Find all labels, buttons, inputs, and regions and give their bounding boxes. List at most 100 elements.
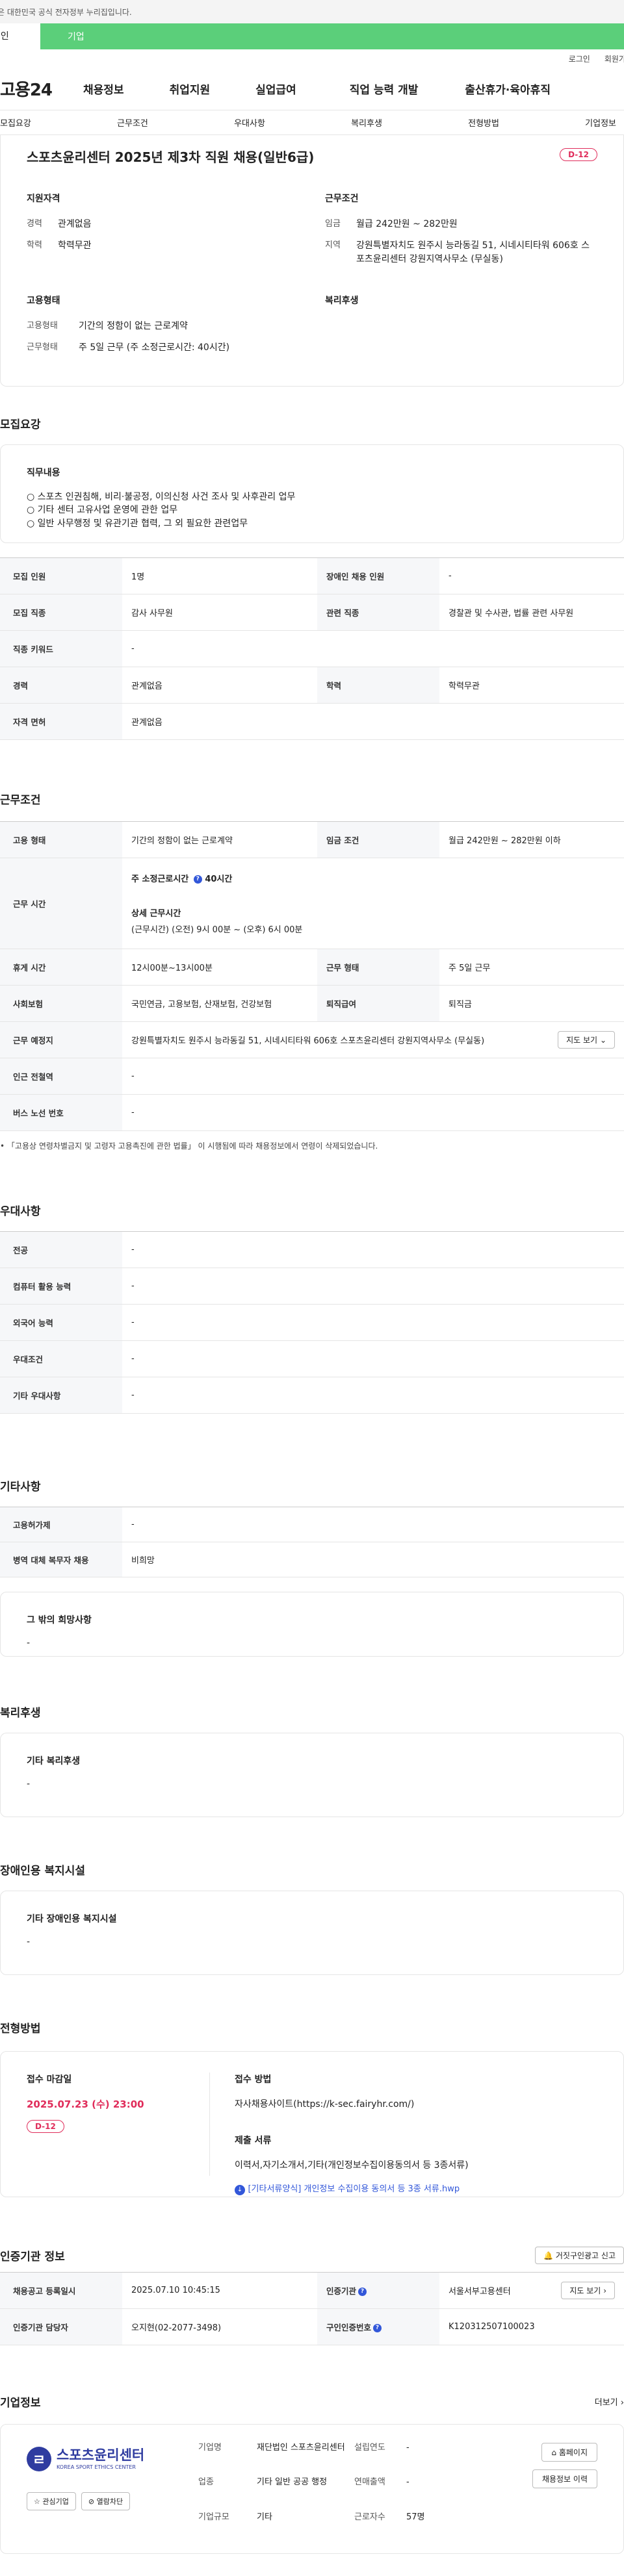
join-link[interactable]: 회원가입: [604, 53, 624, 64]
value: -: [406, 2443, 410, 2453]
value: 월급 242만원 ~ 282만원: [356, 219, 458, 229]
label: 학력: [27, 240, 42, 250]
section-title-disability-facilities: 장애인용 복지시설: [0, 1865, 86, 1878]
table-header-cell: 채용공고 등록일시: [0, 2272, 122, 2309]
attachment-filename[interactable]: [기타서류양식] 개인정보 수집이용 동의서 등 3종 서류.hwp: [248, 2184, 460, 2194]
section-title-misc: 기타사항: [0, 1481, 41, 1494]
table-header-cell: 근무 형태: [317, 949, 439, 986]
detail-hours-value: (근무시간) (오전) 9시 00분 ~ (오후) 6시 00분: [131, 925, 303, 935]
login-link[interactable]: 로그인: [569, 53, 590, 64]
gnb-item-jobs[interactable]: 채용정보: [83, 81, 124, 97]
map-view-button[interactable]: 지도 보기 ⌄: [558, 1031, 615, 1049]
value: 기간의 정함이 없는 근로계약: [79, 321, 188, 331]
table-header-cell: 모집 직종: [0, 594, 122, 631]
table-row: 인증기관 담당자 오지현(02-2077-3498) 구인인증번호? K1203…: [0, 2308, 624, 2345]
table-row: 근무 시간 주 소정근로시간 ? 40시간 상세 근무시간 (근무시간) (오전…: [0, 858, 624, 949]
preference-table: 전공 - 컴퓨터 활용 능력 - 외국어 능력 - 우대조건 - 기타 우대사항 -: [0, 1231, 624, 1414]
favorite-company-button[interactable]: ☆ 관심기업: [27, 2492, 76, 2510]
gnb-item-parental-leave[interactable]: 출산휴가·육아휴직: [465, 81, 551, 97]
attachment-link[interactable]: ↓ [기타서류양식] 개인정보 수집이용 동의서 등 3종 서류.hwp: [235, 2182, 469, 2195]
download-icon: ↓: [235, 2185, 245, 2195]
table-header-cell: 인근 전철역: [0, 1058, 122, 1095]
anchor-recruit[interactable]: 모집요강: [0, 116, 31, 129]
table-cell: -: [122, 1507, 624, 1542]
misc-wish-heading: 그 밖의 희망사항: [27, 1615, 92, 1626]
table-header-cell: 고용 형태: [0, 821, 122, 858]
homepage-button[interactable]: ⌂ 홈페이지: [541, 2443, 597, 2462]
method-panel: 접수 방법 자사채용사이트(https://k-sec.fairyhr.com/…: [210, 2072, 469, 2195]
table-row: 경력 관계없음 학력 학력무관: [0, 667, 624, 704]
help-icon[interactable]: ?: [373, 2324, 382, 2332]
job-title: 스포츠윤리센터 2025년 제3차 직원 채용(일반6급): [27, 149, 315, 165]
table-row: 근무 예정지 강원특별자치도 원주시 능라동길 51, 시네시티타워 606호 …: [0, 1021, 624, 1058]
docs-heading: 제출 서류: [235, 2136, 272, 2146]
global-nav: 고용24 채용정보 취업지원 실업급여 직업 능력 개발 출산휴가·육아휴직: [0, 68, 624, 110]
section-title-preference: 우대사항: [0, 1205, 41, 1218]
table-cell: 퇴직금: [439, 985, 624, 1022]
company-employees: 57명: [406, 2512, 425, 2522]
company-size: 기타: [257, 2512, 272, 2522]
chevron-right-icon: ›: [620, 2398, 624, 2408]
company-industry: 기타 일반 공공 행정: [257, 2477, 328, 2488]
gnb-item-unemployment-benefit[interactable]: 실업급여: [255, 81, 296, 97]
work-place-address: 강원특별자치도 원주시 능라동길 51, 시네시티타워 606호 스포츠윤리센터…: [131, 1036, 485, 1046]
anchor-company[interactable]: 기업정보: [585, 116, 616, 129]
anchor-work[interactable]: 근무조건: [117, 116, 148, 129]
table-header-cell: 사회보험: [0, 985, 122, 1022]
table-header-cell: 구인인증번호?: [317, 2308, 439, 2345]
anchor-welfare[interactable]: 복리후생: [351, 116, 382, 129]
block-view-button[interactable]: ⊘ 열람차단: [81, 2492, 131, 2510]
table-row: 외국어 능력 -: [0, 1304, 624, 1341]
job-summary-card: 스포츠윤리센터 2025년 제3차 직원 채용(일반6급) D-12 지원자격 …: [0, 135, 624, 387]
anchor-preference[interactable]: 우대사항: [234, 116, 265, 129]
regular-hours-label: 주 소정근로시간: [131, 874, 189, 884]
summary-employment-type: 고용형태 고용형태 기간의 정함이 없는 근로계약 근무형태 주 5일 근무 (주 …: [27, 294, 299, 363]
bullet-icon: •: [0, 1141, 7, 1151]
value: 주 5일 근무 (주 소정근로시간: 40시간): [79, 342, 230, 353]
tab-corporate[interactable]: 기업: [40, 23, 624, 49]
table-cell: 12시00분~13시00분: [122, 949, 317, 986]
table-header-cell: 컴퓨터 활용 능력: [0, 1268, 122, 1305]
table-cell: 주 5일 근무: [439, 949, 624, 986]
disability-facilities-value: -: [27, 1937, 31, 1947]
certification-table: 채용공고 등록일시 2025.07.10 10:45:15 인증기관? 서울서부…: [0, 2272, 624, 2345]
dday-badge: D-12: [560, 148, 597, 161]
table-cell: -: [122, 1094, 624, 1131]
table-header-cell: 병역 대체 복무자 채용: [0, 1542, 122, 1577]
label: 고용형태: [27, 321, 58, 331]
table-header-cell: 인증기관?: [317, 2272, 439, 2309]
deadline-heading: 접수 마감일: [27, 2074, 72, 2085]
cert-map-button[interactable]: 지도 보기 ›: [561, 2282, 615, 2299]
recruit-history-button[interactable]: 채용정보 이력: [532, 2469, 597, 2488]
table-row: 직종 키워드 -: [0, 630, 624, 667]
list-item: ○ 기타 센터 고유사업 운영에 관한 업무: [27, 505, 178, 516]
section-title-certification: 인증기관 정보: [0, 2251, 65, 2264]
report-fake-ad-button[interactable]: 🔔 거짓구인광고 신고: [535, 2247, 624, 2264]
gnb-item-employment-support[interactable]: 취업지원: [170, 81, 211, 97]
table-header-cell: 장애인 채용 인원: [317, 557, 439, 594]
label: 연매출액: [354, 2477, 385, 2488]
anchor-process[interactable]: 전형방법: [468, 116, 499, 129]
table-cell: 오지현(02-2077-3498): [122, 2308, 317, 2345]
tab-personal[interactable]: 개인: [0, 23, 40, 49]
table-cell: 월급 242만원 ~ 282만원 이하: [439, 821, 624, 858]
work-place-cell: 강원특별자치도 원주시 능라동길 51, 시네시티타워 606호 스포츠윤리센터…: [122, 1021, 624, 1058]
table-row: 인근 전철역 -: [0, 1058, 624, 1095]
home-icon: ⌂: [551, 2448, 556, 2457]
gnb-item-job-skills[interactable]: 직업 능력 개발: [350, 81, 419, 97]
site-logo[interactable]: 고용24: [0, 77, 83, 101]
table-cell: 서울서부고용센터 지도 보기 ›: [439, 2272, 624, 2309]
user-type-tabs: 개인 기업: [0, 23, 624, 49]
table-cell: 관계없음: [122, 703, 624, 740]
section-title-work: 근무조건: [0, 794, 41, 807]
more-link[interactable]: 더보기 ›: [595, 2395, 624, 2408]
label: 근로자수: [354, 2512, 385, 2522]
table-header-cell: 관련 직종: [317, 594, 439, 631]
table-cell: 관계없음: [122, 667, 317, 704]
table-header-cell: 경력: [0, 667, 122, 704]
help-icon[interactable]: ?: [358, 2288, 367, 2296]
table-header-cell: 외국어 능력: [0, 1304, 122, 1341]
help-icon[interactable]: ?: [193, 875, 202, 884]
summary-work-conditions: 근무조건 임금 월급 242만원 ~ 282만원 지역 강원특별자치도 원주시 능라…: [325, 192, 597, 274]
job-description-heading: 직무내용: [27, 468, 60, 478]
